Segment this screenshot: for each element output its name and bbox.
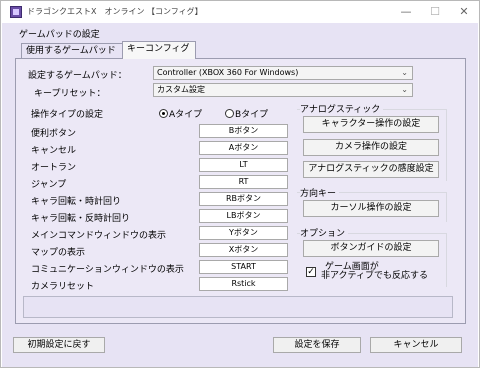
status-area — [23, 296, 453, 318]
binding-value[interactable]: Bボタン — [199, 124, 288, 138]
binding-label: メインコマンドウィンドウの表示 — [31, 231, 167, 241]
camera-control-button[interactable]: カメラ操作の設定 — [303, 139, 439, 156]
binding-value[interactable]: START — [199, 260, 288, 274]
binding-label: 便利ボタン — [31, 129, 77, 139]
preset-select-value: カスタム設定 — [157, 85, 205, 94]
binding-label: キャラ回転・時計回り — [31, 197, 122, 207]
section-header: ゲームパッドの設定 — [19, 30, 100, 40]
binding-label: キャンセル — [31, 146, 77, 156]
analog-group-title: アナログスティック — [300, 102, 384, 115]
window-title: ドラゴンクエストX オンライン 【コンフィグ】 — [27, 7, 203, 16]
gamepad-label: 設定するゲームパッド： — [28, 71, 127, 81]
preset-label: キープリセット： — [34, 89, 106, 99]
binding-label: マップの表示 — [31, 248, 86, 258]
tab-gamepad[interactable]: 使用するゲームパッド — [21, 43, 123, 59]
stick-sensitivity-button[interactable]: アナログスティックの感度設定 — [303, 161, 439, 178]
reset-defaults-button[interactable]: 初期設定に戻す — [13, 337, 105, 353]
binding-value[interactable]: LBボタン — [199, 209, 288, 223]
config-window: ドラゴンクエストX オンライン 【コンフィグ】 — ☐ ✕ ゲームパッドの設定 … — [0, 0, 480, 368]
radio-type-a[interactable]: Aタイプ — [159, 107, 202, 120]
chevron-down-icon: ⌄ — [401, 68, 408, 77]
chevron-down-icon: ⌄ — [401, 85, 408, 94]
button-guide-button[interactable]: ボタンガイドの設定 — [303, 240, 439, 257]
binding-value[interactable]: Yボタン — [199, 226, 288, 240]
background-input-checkbox[interactable]: ✓ — [306, 267, 316, 277]
minimize-icon[interactable]: — — [395, 4, 417, 20]
character-control-button[interactable]: キャラクター操作の設定 — [303, 116, 439, 133]
radio-selected-icon — [159, 109, 168, 118]
cancel-button[interactable]: キャンセル — [370, 337, 462, 353]
app-icon — [10, 6, 22, 18]
background-input-label: ゲーム画面が 非アクティブでも反応する — [321, 263, 428, 281]
radio-unselected-icon — [225, 109, 234, 118]
gamepad-select-value: Controller (XBOX 360 For Windows) — [157, 68, 299, 77]
preset-select[interactable]: カスタム設定 ⌄ — [153, 83, 413, 97]
radio-type-b-label: Bタイプ — [235, 110, 269, 120]
tab-keyconfig[interactable]: キーコンフィグ — [122, 41, 196, 59]
close-icon[interactable]: ✕ — [453, 4, 475, 20]
binding-value[interactable]: LT — [199, 158, 288, 172]
binding-label: カメラリセット — [31, 282, 95, 292]
radio-type-a-label: Aタイプ — [169, 110, 203, 120]
save-button[interactable]: 設定を保存 — [273, 337, 361, 353]
radio-type-b[interactable]: Bタイプ — [225, 107, 268, 120]
cursor-control-button[interactable]: カーソル操作の設定 — [303, 200, 439, 217]
binding-value[interactable]: Rstick — [199, 277, 288, 291]
binding-label: ジャンプ — [31, 180, 67, 190]
binding-label: オートラン — [31, 163, 77, 173]
options-group-title: オプション — [300, 226, 349, 239]
dpad-group-title: 方向キー — [300, 186, 340, 199]
binding-label: キャラ回転・反時計回り — [31, 214, 131, 224]
maximize-icon[interactable]: ☐ — [424, 4, 446, 20]
background-input-label-line2: 非アクティブでも反応する — [321, 271, 429, 281]
op-type-label: 操作タイプの設定 — [31, 110, 104, 120]
binding-value[interactable]: RBボタン — [199, 192, 288, 206]
binding-value[interactable]: RT — [199, 175, 288, 189]
binding-value[interactable]: Aボタン — [199, 141, 288, 155]
gamepad-select[interactable]: Controller (XBOX 360 For Windows) ⌄ — [153, 66, 413, 80]
binding-label: コミュニケーションウィンドウの表示 — [31, 265, 184, 275]
title-bar[interactable]: ドラゴンクエストX オンライン 【コンフィグ】 — ☐ ✕ — [1, 1, 479, 23]
binding-value[interactable]: Xボタン — [199, 243, 288, 257]
